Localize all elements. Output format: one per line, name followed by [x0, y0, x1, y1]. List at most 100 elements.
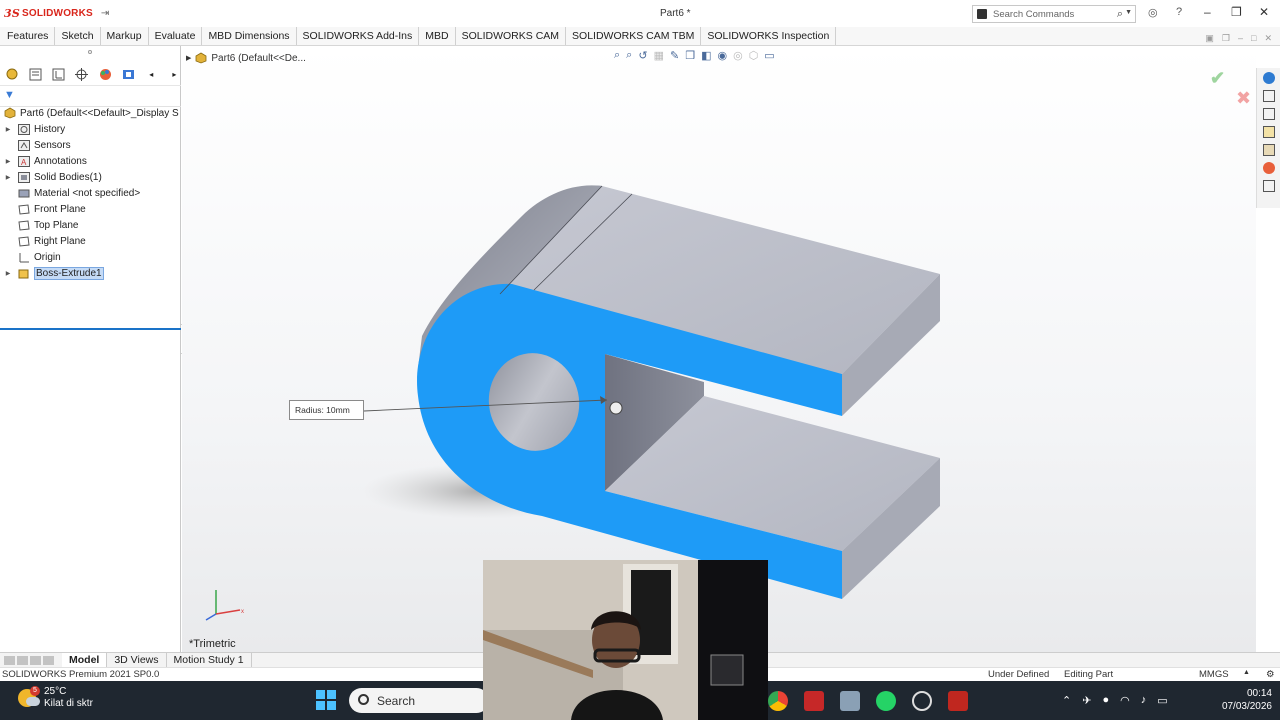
tab-features[interactable]: Features	[0, 27, 56, 45]
custom-properties-icon[interactable]	[1262, 180, 1275, 192]
solidworks-resources-icon[interactable]	[1262, 72, 1275, 84]
taskbar-search-box[interactable]: Search	[349, 688, 489, 713]
system-clock[interactable]: 00:14 07/03/2026	[1212, 687, 1272, 713]
tab-sketch[interactable]: Sketch	[55, 27, 101, 45]
file-explorer-icon[interactable]	[1262, 126, 1275, 138]
tab-3d-views[interactable]: 3D Views	[107, 653, 167, 667]
chevron-left-icon[interactable]: ◂	[145, 68, 158, 81]
tile-icon[interactable]: ▣	[1205, 33, 1214, 44]
document-maximize-icon[interactable]: □	[1251, 33, 1256, 44]
whatsapp-app-icon[interactable]	[876, 691, 896, 711]
document-window-controls: ▣ ❐ – □ ✕	[1205, 33, 1272, 44]
tab-model[interactable]: Model	[62, 653, 108, 667]
expand-arrow-icon[interactable]: ▶	[4, 158, 12, 165]
last-tab-icon[interactable]	[43, 655, 54, 665]
tab-solidworks-inspection[interactable]: SOLIDWORKS Inspection	[701, 27, 837, 45]
tab-solidworks-add-ins[interactable]: SOLIDWORKS Add-Ins	[297, 27, 420, 45]
filter-icon[interactable]: ▼	[4, 89, 15, 101]
search-icon	[358, 694, 369, 705]
feature-tree: Part6 (Default<<Default>_Display S ▶ Hist…	[0, 105, 181, 281]
pin-icon[interactable]: ⇥	[101, 8, 109, 19]
tree-item-right-plane[interactable]: Right Plane	[0, 233, 181, 249]
property-manager-icon[interactable]	[29, 68, 42, 81]
view-orientation-label: *Trimetric	[189, 638, 236, 650]
tab-evaluate[interactable]: Evaluate	[149, 27, 203, 45]
start-button[interactable]	[316, 690, 336, 710]
cursor-icon	[609, 401, 623, 415]
tree-item-boss-extrude1[interactable]: ▶ Boss-Extrude1	[0, 265, 181, 281]
weather-widget[interactable]: 5 25°C Kilat di sktr	[18, 686, 93, 710]
tree-item-annotations[interactable]: ▶ A Annotations	[0, 153, 181, 169]
tree-item-label: Material <not specified>	[34, 187, 141, 199]
wifi-icon[interactable]: ◠	[1120, 694, 1130, 707]
chrome-app-icon[interactable]	[768, 691, 788, 711]
expand-arrow-icon[interactable]: ▶	[4, 174, 12, 181]
cam-manager-icon[interactable]	[122, 68, 135, 81]
next-tab-icon[interactable]	[30, 655, 41, 665]
help-icon[interactable]: ?	[1176, 6, 1182, 18]
document-restore-icon[interactable]: ❐	[1222, 33, 1230, 44]
svg-text:x: x	[241, 609, 244, 615]
mcafee-app-icon[interactable]	[804, 691, 824, 711]
panel-handle[interactable]	[88, 50, 92, 54]
units-dropdown-icon[interactable]: ▲	[1243, 669, 1250, 676]
solidworks-app-icon[interactable]	[948, 691, 968, 711]
tab-motion-study-1[interactable]: Motion Study 1	[167, 653, 252, 667]
camera-app-icon[interactable]	[840, 691, 860, 711]
tree-item-sensors[interactable]: Sensors	[0, 137, 181, 153]
tab-mbd-dimensions[interactable]: MBD Dimensions	[202, 27, 297, 45]
tree-item-top-plane[interactable]: Top Plane	[0, 217, 181, 233]
chevron-down-icon[interactable]: ▼	[1125, 9, 1132, 16]
tree-item-material-not-specified[interactable]: Material <not specified>	[0, 185, 181, 201]
tree-item-front-plane[interactable]: Front Plane	[0, 201, 181, 217]
microphone-icon[interactable]: ●	[1102, 694, 1109, 707]
sensors-icon	[18, 139, 30, 151]
solidworks-logo[interactable]: 3S SOLIDWORKS	[4, 7, 93, 20]
windows-logo-icon	[316, 701, 325, 710]
tab-solidworks-cam-tbm[interactable]: SOLIDWORKS CAM TBM	[566, 27, 702, 45]
document-minimize-icon[interactable]: –	[1238, 33, 1243, 44]
material-icon	[18, 188, 30, 199]
tab-mbd[interactable]: MBD	[419, 27, 456, 45]
radius-dimension-label[interactable]: Radius: 10mm	[289, 400, 364, 420]
tree-item-origin[interactable]: Origin	[0, 249, 181, 265]
view-palette-icon[interactable]	[1262, 144, 1275, 156]
close-button[interactable]: ✕	[1259, 5, 1269, 19]
windows-logo-icon	[316, 690, 325, 699]
tree-rollback-bar[interactable]	[0, 328, 181, 330]
appearances-icon[interactable]	[1262, 162, 1275, 174]
tab-markup[interactable]: Markup	[101, 27, 149, 45]
status-settings-icon[interactable]: ⚙	[1266, 669, 1275, 680]
history-icon	[18, 123, 30, 135]
search-commands-input[interactable]: Search Commands ⌕ ▼	[972, 5, 1136, 23]
expand-arrow-icon[interactable]: ▶	[4, 126, 12, 133]
expand-arrow-icon[interactable]: ▶	[4, 270, 12, 277]
taskbar-search-label: Search	[377, 693, 416, 708]
battery-icon[interactable]: ▭	[1157, 694, 1167, 707]
tree-item-history[interactable]: ▶ History	[0, 121, 181, 137]
tab-solidworks-cam[interactable]: SOLIDWORKS CAM	[456, 27, 567, 45]
volume-icon[interactable]: ♪	[1141, 694, 1147, 707]
unit-system[interactable]: MMGS	[1199, 669, 1229, 680]
tree-item-label: History	[34, 123, 66, 135]
design-library-icon[interactable]	[1262, 108, 1275, 120]
first-tab-icon[interactable]	[4, 655, 15, 665]
feature-manager-icon[interactable]	[6, 68, 19, 81]
configuration-manager-icon[interactable]	[52, 68, 65, 81]
previous-tab-icon[interactable]	[17, 655, 28, 665]
search-icon[interactable]: ⌕	[1117, 8, 1123, 21]
chevron-right-icon[interactable]: ▸	[168, 68, 181, 81]
settings-app-icon[interactable]	[912, 691, 932, 711]
restore-button[interactable]: ❐	[1231, 5, 1242, 19]
plane-icon	[18, 235, 30, 247]
home-icon[interactable]	[1262, 90, 1275, 102]
tree-root-part6[interactable]: Part6 (Default<<Default>_Display S	[0, 105, 181, 121]
chevron-up-icon[interactable]: ⌃	[1062, 694, 1071, 707]
document-close-icon[interactable]: ✕	[1264, 33, 1272, 44]
tree-item-solid-bodies-1[interactable]: ▶ Solid Bodies(1)	[0, 169, 181, 185]
dimxpert-manager-icon[interactable]	[75, 68, 89, 81]
network-icon[interactable]: ✈	[1082, 694, 1091, 707]
display-manager-icon[interactable]	[99, 68, 112, 81]
minimize-button[interactable]: –	[1204, 5, 1211, 19]
user-account-icon[interactable]: ◎	[1148, 6, 1158, 19]
